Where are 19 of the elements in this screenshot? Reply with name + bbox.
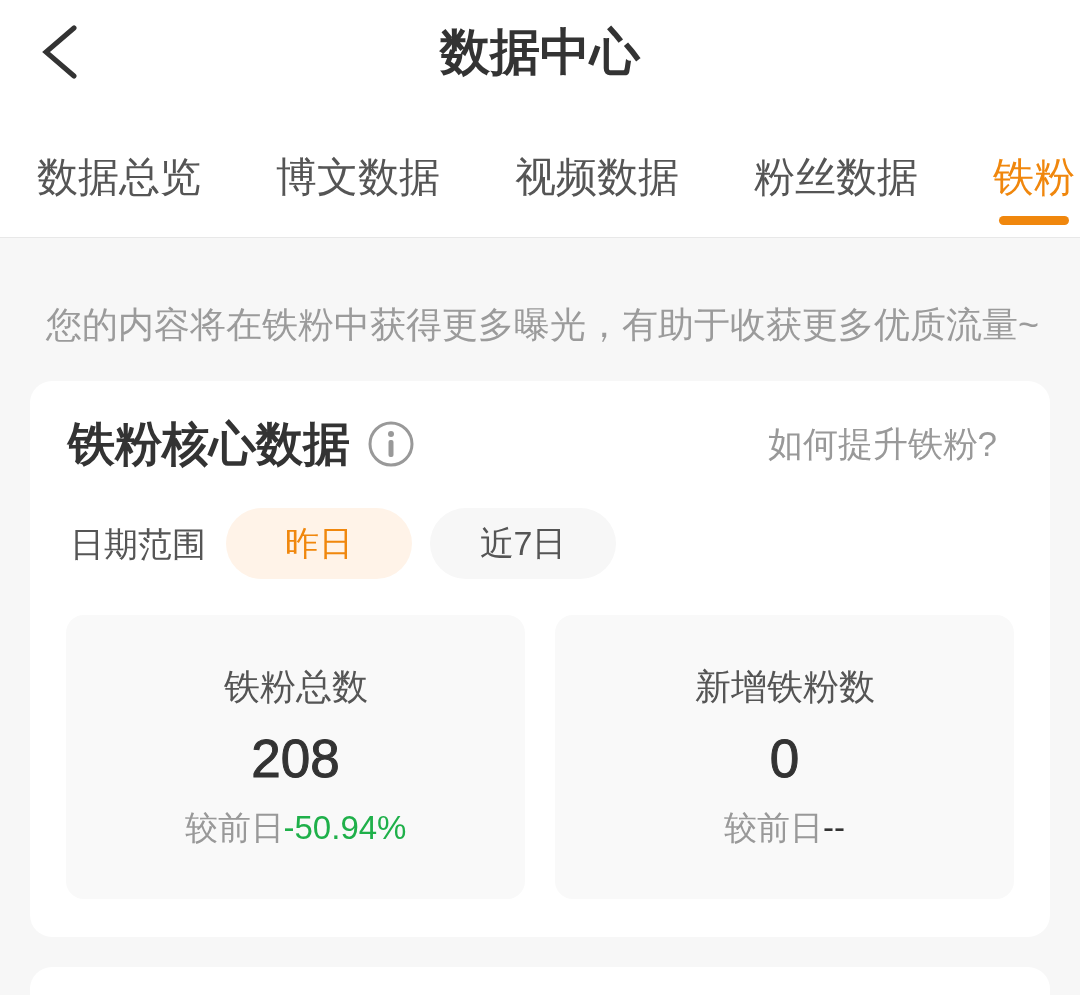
- tab[interactable]: 博文数据: [276, 146, 440, 228]
- stat-value: 0: [769, 729, 800, 789]
- date-range-label: 日期范围: [70, 523, 206, 565]
- tab[interactable]: 视频数据: [515, 146, 679, 228]
- tab[interactable]: 数据总览: [37, 146, 201, 228]
- back-icon[interactable]: [40, 25, 78, 79]
- stat-label: 铁粉总数: [223, 665, 368, 709]
- date-range-option[interactable]: 近7日: [430, 508, 616, 579]
- change-value: -50.94%: [283, 808, 407, 848]
- tab[interactable]: 粉丝数据: [754, 146, 918, 228]
- compare-label: 较前日: [724, 808, 823, 848]
- change-value: --: [823, 808, 845, 848]
- info-icon[interactable]: [368, 421, 414, 467]
- notice-text: 您的内容将在铁粉中获得更多曝光，有助于收获更多优质流量~: [45, 303, 1041, 347]
- stat-label: 新增铁粉数: [694, 665, 875, 709]
- page-title: 数据中心: [440, 23, 640, 82]
- compare-label: 较前日: [184, 808, 284, 848]
- stat-value: 208: [251, 729, 340, 789]
- card-title: 铁粉核心数据: [68, 416, 350, 472]
